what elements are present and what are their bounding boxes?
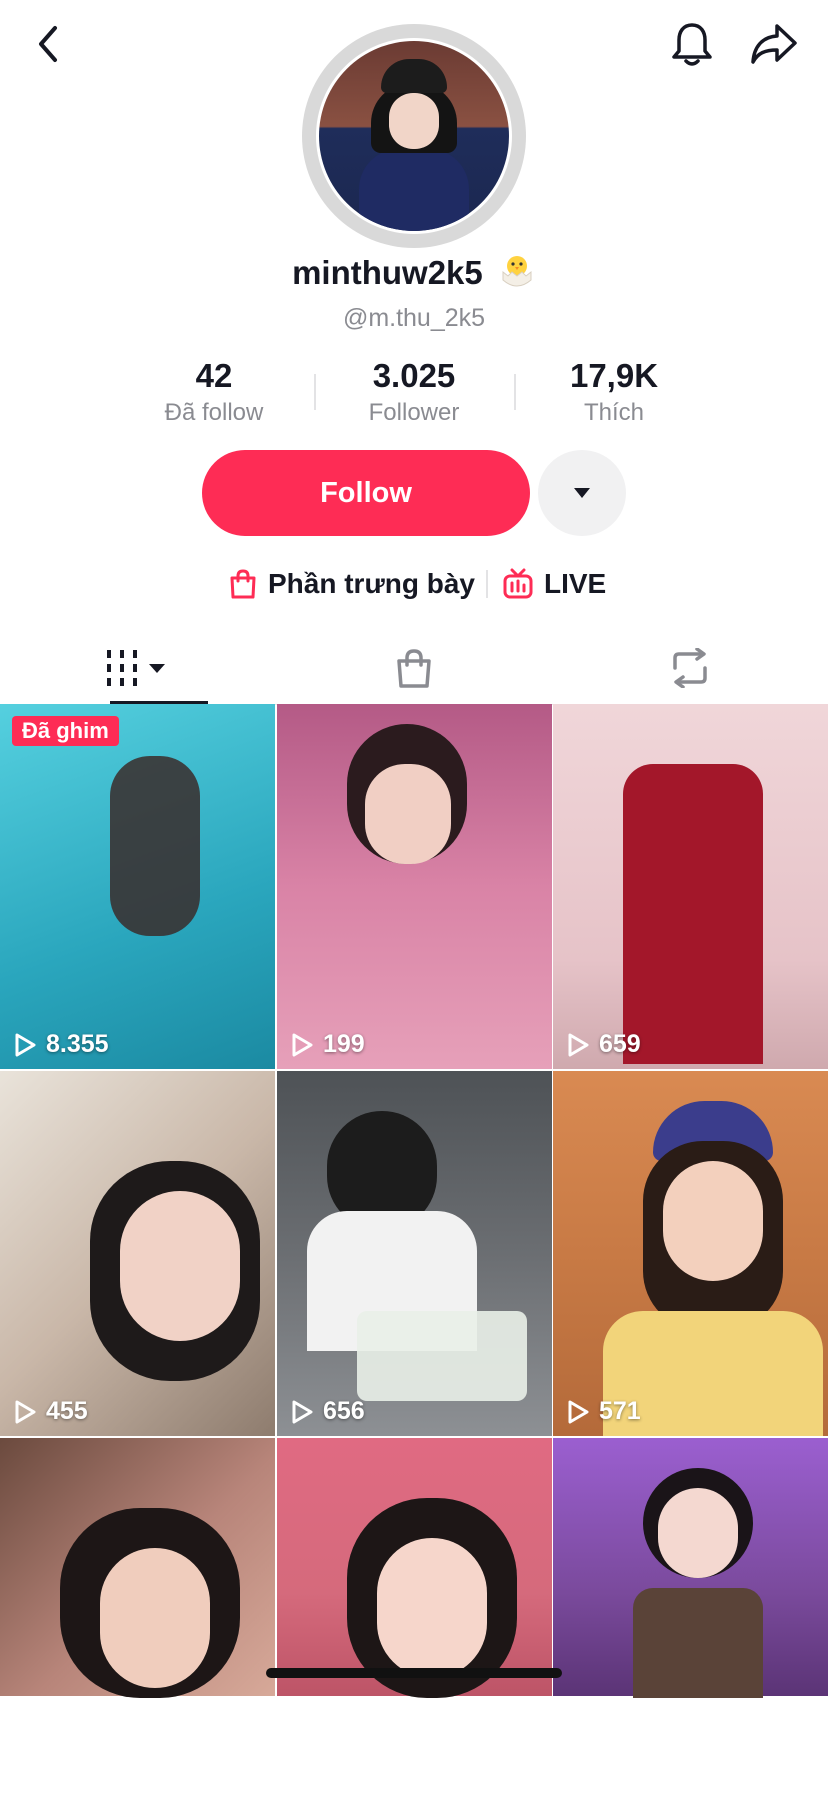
play-icon xyxy=(568,1033,589,1056)
video-thumbnail[interactable]: 199 xyxy=(277,704,552,1069)
video-thumbnail[interactable]: 455 xyxy=(0,1071,275,1436)
tab-reposts[interactable] xyxy=(552,632,828,704)
stat-following[interactable]: 42 Đã follow xyxy=(114,356,314,430)
shopping-bag-icon xyxy=(230,569,256,599)
video-thumbnail[interactable] xyxy=(277,1438,552,1803)
hatching-chick-emoji-icon xyxy=(502,256,532,287)
view-count: 571 xyxy=(565,1397,641,1426)
video-thumbnail[interactable]: 571 xyxy=(553,1071,828,1436)
caret-down-icon xyxy=(574,488,590,498)
video-thumbnail[interactable]: Đã ghim 8.355 xyxy=(0,704,275,1069)
showcase-label: Phần trưng bày xyxy=(268,568,475,599)
stat-likes[interactable]: 17,9K Thích xyxy=(514,356,714,430)
stat-label: Thích xyxy=(583,399,645,426)
video-thumbnail[interactable]: 656 xyxy=(277,1071,552,1436)
profile-avatar[interactable] xyxy=(302,24,526,248)
play-icon xyxy=(15,1400,36,1423)
repost-icon xyxy=(673,648,707,688)
live-tv-icon xyxy=(503,568,533,599)
view-count-text: 199 xyxy=(323,1030,365,1058)
play-icon xyxy=(292,1400,313,1423)
play-icon xyxy=(292,1033,313,1056)
profile-username: minthuw2k5 xyxy=(0,252,828,292)
back-button[interactable] xyxy=(22,18,74,70)
view-count-text: 571 xyxy=(599,1397,641,1425)
profile-stats: 42 Đã follow 3.025 Follower 17,9K Thích xyxy=(114,356,714,436)
stat-value: 42 xyxy=(195,357,233,394)
profile-handle: @m.thu_2k5 xyxy=(342,304,486,332)
stat-value: 3.025 xyxy=(372,357,456,394)
stat-followers[interactable]: 3.025 Follower xyxy=(314,356,514,430)
view-count-text: 8.355 xyxy=(46,1030,109,1058)
bell-icon xyxy=(672,23,712,66)
view-count-text: 656 xyxy=(323,1397,365,1425)
video-grid: Đã ghim 8.355 199 659 455 656 571 xyxy=(0,704,828,1698)
avatar-image xyxy=(319,41,509,231)
view-count: 8.355 xyxy=(12,1030,109,1059)
pinned-badge: Đã ghim xyxy=(12,716,119,746)
view-count-text: 455 xyxy=(46,1397,88,1425)
play-icon xyxy=(568,1400,589,1423)
notification-bell-button[interactable] xyxy=(664,16,720,72)
videos-grid-icon xyxy=(107,650,165,686)
shopping-bag-icon xyxy=(397,649,431,688)
showcase-link[interactable]: Phần trưng bày xyxy=(228,560,475,608)
chevron-left-icon xyxy=(39,26,57,62)
suggested-accounts-button[interactable] xyxy=(538,450,626,536)
video-thumbnail[interactable] xyxy=(553,1438,828,1803)
tab-shop[interactable] xyxy=(276,632,552,704)
tab-videos[interactable] xyxy=(0,632,276,705)
view-count: 659 xyxy=(565,1030,641,1059)
live-label: LIVE xyxy=(544,568,607,599)
links-divider xyxy=(486,570,488,598)
stat-label: Follower xyxy=(368,399,460,426)
view-count: 656 xyxy=(289,1397,365,1426)
follow-button[interactable]: Follow xyxy=(202,450,530,536)
view-count: 199 xyxy=(289,1030,365,1059)
home-indicator xyxy=(266,1668,562,1678)
video-thumbnail[interactable] xyxy=(0,1438,275,1803)
live-link[interactable]: LIVE xyxy=(502,560,606,608)
avatar-frame xyxy=(316,38,512,234)
video-thumbnail[interactable]: 659 xyxy=(553,704,828,1069)
share-button[interactable] xyxy=(744,16,804,72)
play-icon xyxy=(15,1033,36,1056)
view-count-text: 659 xyxy=(599,1030,641,1058)
share-arrow-icon xyxy=(751,24,797,64)
stat-value: 17,9K xyxy=(569,357,659,394)
stat-label: Đã follow xyxy=(164,399,264,426)
profile-tabs xyxy=(0,632,828,705)
profile-links: Phần trưng bày LIVE xyxy=(0,560,828,608)
username-text: minthuw2k5 xyxy=(292,254,483,291)
view-count: 455 xyxy=(12,1397,88,1426)
